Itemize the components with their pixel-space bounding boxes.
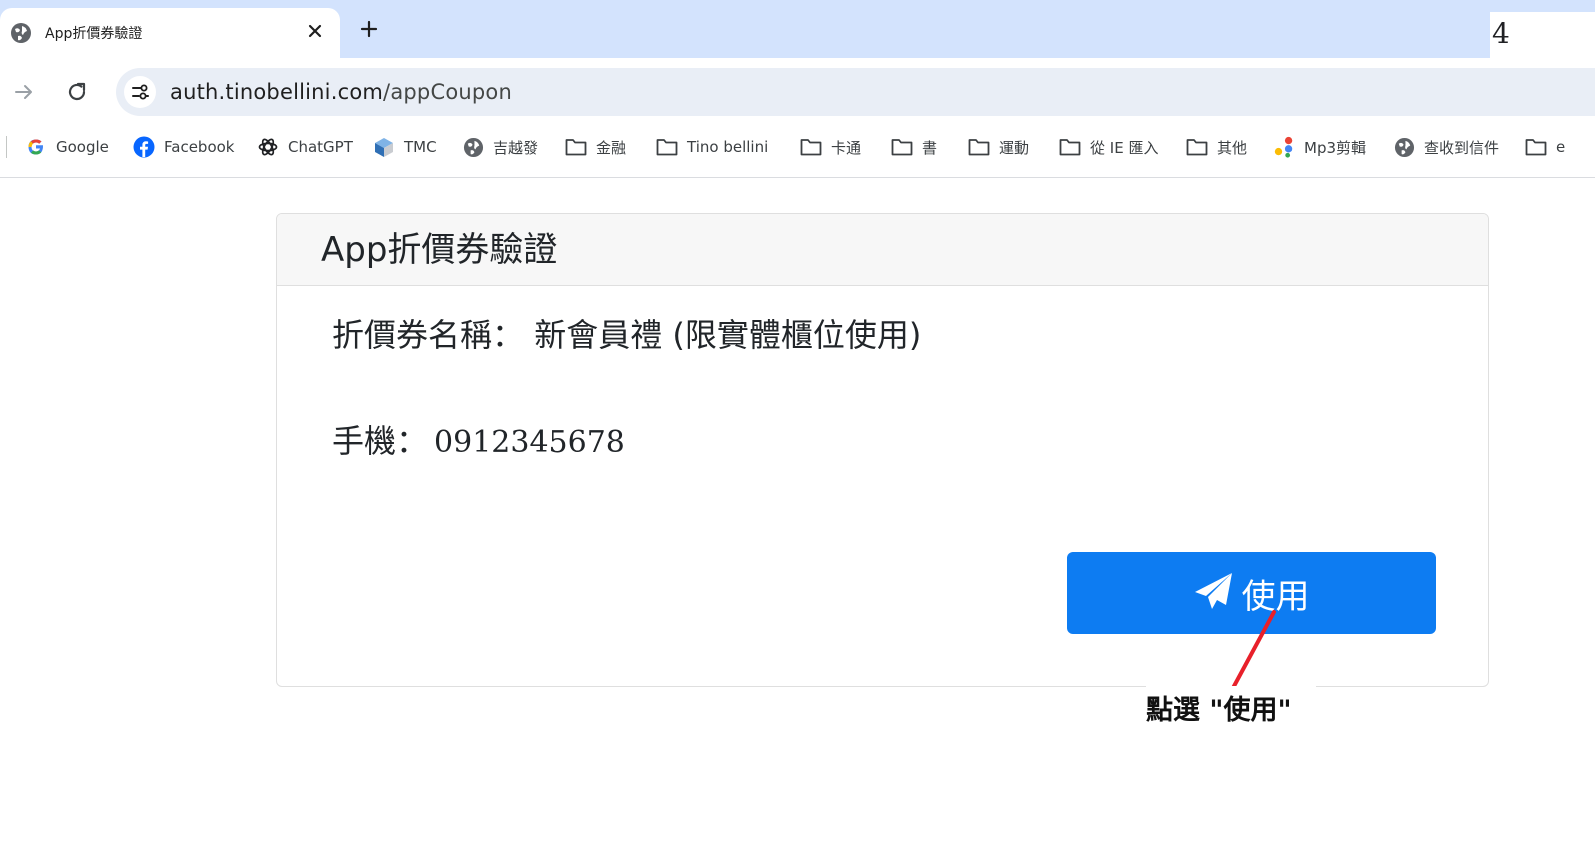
bookmark-label: 吉越發 — [493, 138, 539, 157]
bookmark-mp3[interactable]: Mp3剪輯 — [1273, 133, 1366, 161]
tab-strip: App折價券驗證 4 — [0, 0, 1595, 58]
reload-icon — [68, 82, 86, 101]
bookmark-label: 卡通 — [831, 138, 862, 157]
globe-icon — [10, 22, 32, 44]
plus-icon — [360, 20, 378, 38]
bookmark-folder-tino[interactable]: Tino bellini — [656, 133, 768, 161]
reload-button[interactable] — [63, 78, 91, 106]
coupon-card: App折價券驗證 折價券名稱： 新會員禮 (限實體櫃位使用) 手機： 09123… — [276, 213, 1489, 687]
bookmark-label: Tino bellini — [687, 138, 769, 156]
folder-icon — [1525, 136, 1547, 158]
folder-icon — [1186, 136, 1208, 158]
phone-label: 手機： — [332, 422, 429, 460]
bookmark-facebook[interactable]: Facebook — [133, 133, 234, 161]
annotation-label: 點選 "使用" — [1146, 686, 1316, 729]
bookmark-mail-check[interactable]: 查收到信件 — [1393, 133, 1499, 161]
coupon-name-row: 折價券名稱： 新會員禮 (限實體櫃位使用) — [332, 310, 921, 356]
folder-icon — [891, 136, 913, 158]
facebook-icon — [133, 136, 155, 158]
url-host: auth.tinobellini.com — [170, 80, 384, 104]
bookmark-folder-e[interactable]: e — [1525, 133, 1565, 161]
use-button[interactable]: 使用 — [1067, 552, 1436, 634]
coupon-name-value: 新會員禮 (限實體櫃位使用) — [534, 316, 922, 354]
forward-arrow-icon — [15, 85, 32, 99]
folder-icon — [800, 136, 822, 158]
chatgpt-icon — [257, 136, 279, 158]
folder-icon — [968, 136, 990, 158]
bookmarks-divider — [6, 136, 7, 158]
google-icon — [25, 136, 47, 158]
bookmark-folder-finance[interactable]: 金融 — [565, 133, 626, 161]
globe-icon — [1393, 136, 1415, 158]
bookmark-label: Mp3剪輯 — [1304, 138, 1367, 157]
phone-value: 0912345678 — [434, 425, 625, 460]
paper-plane-icon — [1194, 572, 1234, 614]
address-bar[interactable]: auth.tinobellini.com/appCoupon — [116, 68, 1595, 116]
url-path: /appCoupon — [383, 80, 512, 104]
forward-button[interactable] — [10, 78, 38, 106]
bookmark-jiyuefa[interactable]: 吉越發 — [462, 133, 538, 161]
bookmark-chatgpt[interactable]: ChatGPT — [257, 133, 353, 161]
folder-icon — [656, 136, 678, 158]
new-tab-button[interactable] — [356, 16, 382, 42]
folder-icon — [1059, 136, 1081, 158]
folder-icon — [565, 136, 587, 158]
bookmark-label: 書 — [922, 138, 938, 157]
bookmark-label: Facebook — [164, 138, 235, 156]
bookmark-tmc[interactable]: TMC — [373, 133, 437, 161]
use-button-label: 使用 — [1241, 576, 1310, 617]
bookmark-folder-other[interactable]: 其他 — [1186, 133, 1247, 161]
globe-icon — [462, 136, 484, 158]
corner-text: 4 — [1490, 12, 1595, 58]
bookmark-label: Google — [56, 138, 109, 156]
browser-toolbar: auth.tinobellini.com/appCoupon — [0, 58, 1595, 126]
close-icon[interactable] — [304, 20, 326, 42]
tab-title: App折價券驗證 — [45, 26, 143, 42]
bookmarks-bar: Google Facebook ChatGPT TMC 吉越發 金融 Tino … — [0, 126, 1595, 178]
phone-row: 手機： 0912345678 — [332, 416, 625, 462]
bookmark-folder-books[interactable]: 書 — [891, 133, 937, 161]
tmc-icon — [373, 136, 395, 158]
bookmark-folder-cartoon[interactable]: 卡通 — [800, 133, 861, 161]
bookmark-label: ChatGPT — [288, 138, 353, 156]
bookmark-label: 其他 — [1217, 138, 1248, 157]
bookmark-label: TMC — [404, 138, 437, 156]
bookmark-label: 運動 — [999, 138, 1030, 157]
mp3-icon — [1273, 136, 1295, 158]
coupon-name-label: 折價券名稱： — [332, 316, 525, 354]
site-settings-icon[interactable] — [124, 76, 156, 108]
url-text: auth.tinobellini.com/appCoupon — [170, 80, 512, 104]
bookmark-folder-sports[interactable]: 運動 — [968, 133, 1029, 161]
bookmark-label: e — [1556, 138, 1566, 156]
browser-tab[interactable]: App折價券驗證 — [0, 8, 340, 58]
page-title: App折價券驗證 — [277, 214, 1488, 286]
bookmark-label: 查收到信件 — [1424, 138, 1500, 157]
bookmark-folder-ie-import[interactable]: 從 IE 匯入 — [1059, 133, 1158, 161]
bookmark-label: 從 IE 匯入 — [1090, 138, 1159, 157]
bookmark-label: 金融 — [596, 138, 627, 157]
bookmark-google[interactable]: Google — [25, 133, 109, 161]
